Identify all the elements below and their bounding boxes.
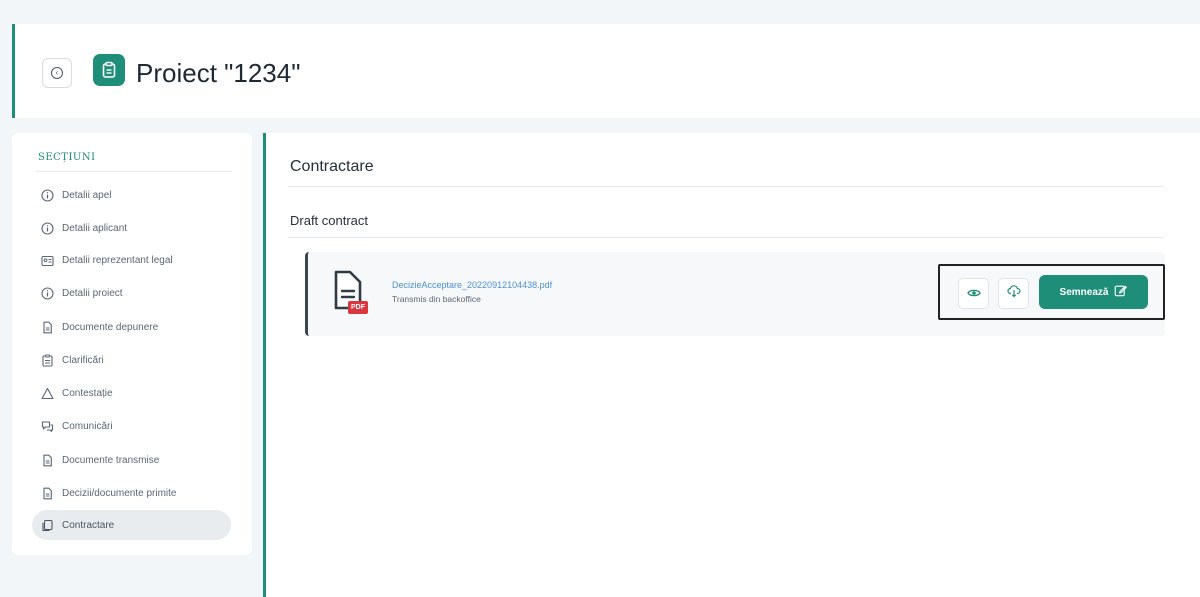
pdf-badge: PDF	[351, 304, 365, 311]
id-card-icon	[40, 253, 54, 267]
contract-icon	[40, 518, 54, 532]
sidebar-item-detalii-proiect[interactable]: Detalii proiect	[32, 278, 231, 308]
document-card: PDF DecizieAcceptare_20220912104438.pdf …	[305, 252, 1165, 336]
sidebar-item-documente-transmise[interactable]: Documente transmise	[32, 445, 231, 475]
sidebar-item-label: Detalii reprezentant legal	[62, 254, 173, 266]
sidebar-item-contestatie[interactable]: Contestație	[32, 378, 231, 408]
subsection-title: Draft contract	[290, 213, 369, 228]
sidebar-item-label: Contractare	[62, 519, 115, 531]
sidebar-item-label: Contestație	[62, 387, 113, 399]
document-icon	[40, 486, 54, 500]
main-content: Contractare Draft contract PDF DecizieAc…	[266, 133, 1200, 597]
sidebar-divider	[36, 171, 232, 172]
sidebar-item-label: Comunicări	[62, 420, 113, 432]
sidebar-item-detalii-reprezentant[interactable]: Detalii reprezentant legal	[32, 245, 231, 275]
back-button[interactable]: ‹	[42, 58, 72, 88]
sidebar-item-label: Decizii/documente primite	[62, 487, 177, 499]
eye-icon	[966, 285, 981, 303]
clipboard-icon	[93, 54, 125, 86]
document-icon	[40, 453, 54, 467]
document-icon	[40, 320, 54, 334]
sidebar-item-documente-depunere[interactable]: Documente depunere	[32, 312, 231, 342]
file-subtitle: Transmis din backoffice	[392, 294, 481, 304]
sidebar-item-label: Detalii proiect	[62, 287, 123, 299]
sign-button[interactable]: Semnează	[1039, 275, 1148, 309]
sidebar-title: SECȚIUNI	[38, 152, 96, 163]
sidebar-item-label: Detalii apel	[62, 189, 112, 201]
section-divider	[288, 186, 1164, 187]
warning-icon	[40, 386, 54, 400]
sidebar-item-detalii-aplicant[interactable]: Detalii aplicant	[32, 213, 231, 243]
view-button[interactable]	[958, 278, 989, 309]
back-circle-icon: ‹	[51, 67, 63, 79]
page-header: ‹ Proiect "1234"	[12, 24, 1200, 118]
chat-icon	[40, 419, 54, 433]
sidebar-item-label: Detalii aplicant	[62, 222, 128, 234]
subsection-divider	[288, 237, 1164, 238]
sidebar-item-label: Documente depunere	[62, 321, 159, 333]
page-title: Proiect "1234"	[136, 58, 301, 88]
download-button[interactable]	[998, 278, 1029, 309]
info-icon	[40, 221, 54, 235]
section-title: Contractare	[290, 158, 374, 175]
sidebar-item-detalii-apel[interactable]: Detalii apel	[32, 180, 231, 210]
pdf-file-icon: PDF	[332, 269, 372, 319]
cloud-download-icon	[1006, 284, 1021, 303]
sidebar-item-comunicari[interactable]: Comunicări	[32, 411, 231, 441]
info-icon	[40, 188, 54, 202]
sidebar-item-clarificari[interactable]: Clarificări	[32, 345, 231, 375]
sidebar-item-label: Documente transmise	[62, 454, 160, 466]
clipboard-icon	[40, 353, 54, 367]
file-link[interactable]: DecizieAcceptare_20220912104438.pdf	[392, 280, 552, 290]
sections-sidebar: SECȚIUNI Detalii apel Detalii aplicant D…	[12, 133, 252, 555]
info-icon	[40, 286, 54, 300]
sidebar-item-label: Clarificări	[62, 354, 104, 366]
actions-group: Semnează	[938, 264, 1165, 320]
sidebar-item-contractare[interactable]: Contractare	[32, 510, 231, 540]
sidebar-item-decizii-documente[interactable]: Decizii/documente primite	[32, 478, 231, 508]
edit-icon	[1114, 284, 1128, 300]
sign-button-label: Semnează	[1059, 286, 1109, 298]
